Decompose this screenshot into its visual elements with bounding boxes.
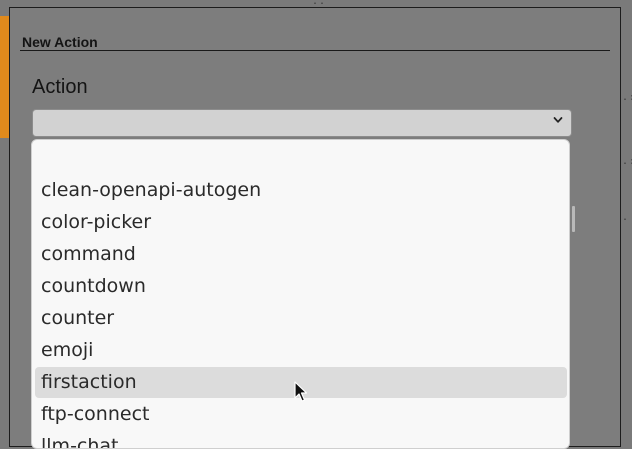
action-select[interactable]: [32, 109, 572, 137]
background-decoration: ..: [312, 0, 327, 7]
background-decoration: .:: [622, 156, 632, 167]
background-decoration: .:: [622, 92, 632, 103]
dropdown-option[interactable]: command: [35, 239, 567, 270]
dropdown-option[interactable]: clean-openapi-autogen: [35, 175, 567, 206]
dialog-title: New Action: [22, 34, 98, 50]
hidden-field-edge: [572, 206, 575, 232]
background-decoration: .: [622, 212, 630, 223]
dropdown-option[interactable]: ftp-connect: [35, 399, 567, 430]
dropdown-option[interactable]: color-picker: [35, 207, 567, 238]
chevron-down-icon: [553, 115, 563, 125]
dropdown-option[interactable]: emoji: [35, 335, 567, 366]
dropdown-option[interactable]: countdown: [35, 271, 567, 302]
dropdown-option[interactable]: llm-chat: [35, 431, 567, 448]
action-field-label: Action: [32, 76, 88, 98]
mouse-cursor-icon: [294, 381, 308, 403]
dropdown-option-empty[interactable]: [35, 142, 567, 173]
title-divider: [20, 50, 610, 51]
dropdown-option[interactable]: counter: [35, 303, 567, 334]
